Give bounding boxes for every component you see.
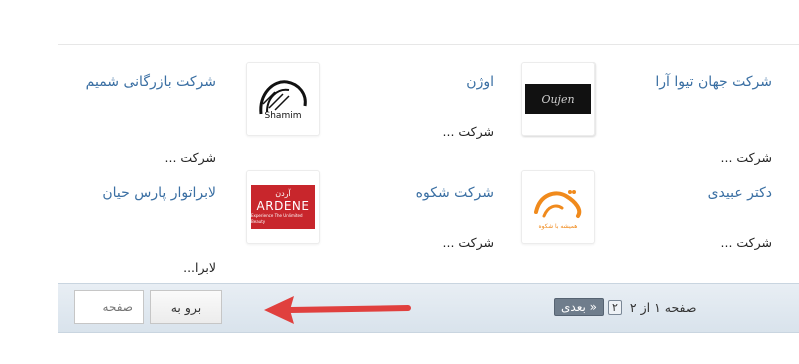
- company-name-1[interactable]: شرکت جهان تیوا آرا: [608, 70, 772, 94]
- shamim-logo-text: Shamim: [265, 111, 302, 121]
- next-page-button[interactable]: بعدی »: [554, 298, 604, 316]
- company-name-3[interactable]: شرکت بازرگانی شمیم: [52, 70, 216, 94]
- company-name-5[interactable]: شرکت شکوه: [382, 181, 494, 205]
- company-name-6[interactable]: لابراتوار پارس حیان: [52, 181, 216, 205]
- ardene-logo-fa: آردن: [275, 189, 291, 198]
- page-number-input[interactable]: [74, 290, 144, 324]
- go-to-page-button[interactable]: برو به: [150, 290, 222, 324]
- top-divider: [58, 44, 799, 45]
- ardene-logo-icon[interactable]: آردن ARDENE Experience The Unlimited Bea…: [246, 170, 320, 244]
- company-desc-3: شرکت ...: [164, 150, 217, 165]
- company-desc-5: شرکت ...: [442, 235, 495, 250]
- shokouh-logo-sub: همیشه با شکوه: [539, 223, 578, 230]
- ardene-logo-sub: Experience The Unlimited Beauty: [251, 213, 303, 224]
- company-desc-2: شرکت ...: [442, 124, 495, 139]
- page-info-text: صفحه ۱ از ۲: [629, 299, 697, 315]
- ardene-logo-text: ARDENE: [256, 199, 310, 213]
- ojen-logo-icon[interactable]: Oujen: [521, 62, 595, 136]
- company-desc-6: لابرا...: [183, 260, 216, 275]
- pagination-bar: برو به بعدی » ۲ صفحه ۱ از ۲: [58, 283, 799, 333]
- page-2-link[interactable]: ۲: [607, 299, 622, 315]
- company-desc-4: شرکت ...: [720, 235, 773, 250]
- ojen-logo-text: Oujen: [541, 92, 575, 106]
- annotation-arrow-icon: [264, 296, 411, 324]
- shokouh-logo-icon[interactable]: همیشه با شکوه: [521, 170, 595, 244]
- company-name-2[interactable]: اوژن: [382, 70, 494, 94]
- company-desc-1: شرکت ...: [720, 150, 773, 165]
- shamim-logo-icon[interactable]: Shamim: [246, 62, 320, 136]
- page-navigation: بعدی » ۲ صفحه ۱ از ۲: [554, 296, 697, 318]
- shamim-logo-graphic: Shamim: [259, 80, 307, 121]
- company-name-4[interactable]: دکتر عبیدی: [608, 181, 772, 205]
- shokouh-logo-graphic: همیشه با شکوه: [534, 190, 582, 230]
